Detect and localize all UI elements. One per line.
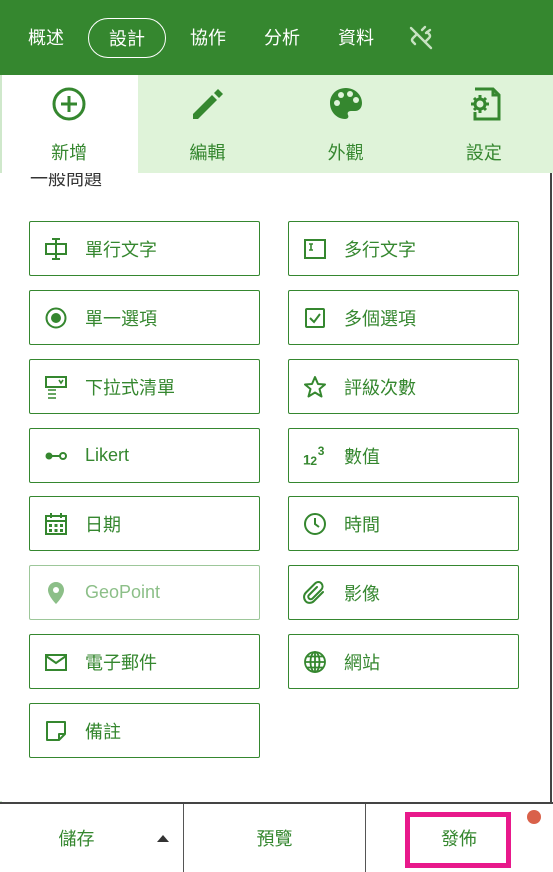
tab-data[interactable]: 資料 (324, 18, 388, 58)
single-line-text-icon (44, 237, 68, 261)
tab-analyze[interactable]: 分析 (250, 18, 314, 58)
question-single-line-text[interactable]: 單行文字 (29, 221, 260, 276)
question-label: 多行文字 (344, 239, 416, 260)
star-icon (303, 375, 327, 399)
subtab-edit[interactable]: 編輯 (138, 75, 277, 173)
question-label: 影像 (344, 583, 380, 604)
design-subtabs: 新增 編輯 外觀 設定 (0, 75, 553, 173)
question-label: GeoPoint (85, 582, 161, 602)
question-label: 單行文字 (85, 239, 157, 260)
question-label: 數值 (344, 446, 380, 467)
question-website[interactable]: 網站 (288, 634, 519, 689)
subtab-settings[interactable]: 設定 (414, 75, 553, 173)
question-single-choice[interactable]: 單一選項 (29, 290, 260, 345)
question-image[interactable]: 影像 (288, 565, 519, 620)
section-title: 一般問題 (30, 173, 102, 189)
question-label: 多個選項 (344, 308, 416, 329)
question-label: 日期 (85, 514, 121, 535)
save-menu-arrow-icon[interactable] (157, 835, 169, 842)
question-label: Likert (85, 445, 130, 465)
pencil-icon (188, 85, 226, 123)
question-time[interactable]: 時間 (288, 496, 519, 551)
question-likert[interactable]: Likert (29, 428, 260, 483)
preview-label: 預覽 (256, 829, 293, 849)
subtab-add[interactable]: 新增 (0, 75, 139, 173)
save-label: 儲存 (58, 829, 95, 849)
tab-design[interactable]: 設計 (88, 17, 166, 58)
multi-line-text-icon (303, 237, 327, 261)
globe-icon (303, 650, 327, 674)
publish-highlight (405, 812, 511, 868)
tab-overview[interactable]: 概述 (14, 18, 78, 58)
note-icon (44, 719, 68, 743)
scrollbar-edge (550, 173, 552, 802)
subtab-add-label: 新增 (51, 143, 88, 163)
paperclip-icon (303, 580, 327, 605)
tab-collaborate[interactable]: 協作 (176, 18, 240, 58)
dropdown-icon (44, 375, 68, 399)
clock-icon (303, 512, 327, 536)
question-label: 下拉式清單 (85, 377, 175, 398)
top-nav-bar: 概述 設計 協作 分析 資料 (0, 0, 553, 75)
question-label: 時間 (344, 514, 380, 535)
subtab-edit-label: 編輯 (189, 143, 226, 163)
question-email[interactable]: 電子郵件 (29, 634, 260, 689)
add-circle-icon (50, 85, 88, 123)
calendar-icon (44, 512, 68, 536)
question-multiple-choice[interactable]: 多個選項 (288, 290, 519, 345)
preview-button[interactable]: 預覽 (184, 804, 365, 872)
palette-icon (327, 85, 365, 123)
question-label: 備註 (85, 721, 121, 742)
radio-icon (44, 306, 68, 330)
question-number[interactable]: 123 數值 (288, 428, 519, 483)
notification-dot (527, 810, 541, 824)
question-label: 電子郵件 (85, 652, 157, 673)
question-note[interactable]: 備註 (29, 703, 260, 758)
question-dropdown[interactable]: 下拉式清單 (29, 359, 260, 414)
question-rating[interactable]: 評級次數 (288, 359, 519, 414)
svg-text:2: 2 (310, 454, 317, 468)
question-label: 單一選項 (85, 308, 157, 329)
question-label: 評級次數 (344, 377, 416, 398)
map-pin-icon (44, 581, 68, 605)
subtab-appearance[interactable]: 外觀 (276, 75, 415, 173)
svg-text:3: 3 (318, 444, 325, 458)
save-button[interactable]: 儲存 (0, 804, 183, 872)
subtab-appearance-label: 外觀 (327, 143, 364, 163)
question-geopoint[interactable]: GeoPoint (29, 565, 260, 620)
subtab-settings-label: 設定 (465, 143, 502, 163)
number-icon: 123 (303, 444, 327, 468)
question-multi-line-text[interactable]: 多行文字 (288, 221, 519, 276)
likert-icon (44, 444, 68, 468)
question-label: 網站 (344, 652, 380, 673)
question-date[interactable]: 日期 (29, 496, 260, 551)
checkbox-icon (303, 306, 327, 330)
mail-icon (44, 650, 68, 674)
settings-page-icon (465, 85, 503, 123)
disconnect-icon[interactable] (406, 25, 436, 51)
question-palette: 一般問題 單行文字 多行文字 單一選項 多個選項 下拉式清單 評級次數 Like… (0, 173, 553, 801)
